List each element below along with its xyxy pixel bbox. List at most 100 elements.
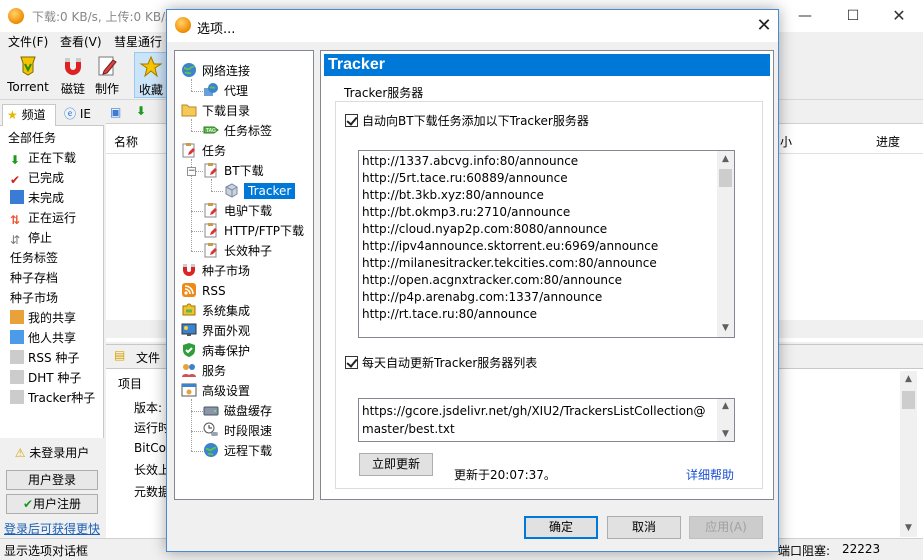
tree-item-rss[interactable]: RSS	[181, 281, 226, 301]
close-icon[interactable]: ✕	[884, 4, 914, 28]
maximize-icon[interactable]: ☐	[838, 4, 868, 28]
column-size[interactable]: 小	[780, 133, 792, 150]
svg-text:TAG: TAG	[205, 128, 216, 134]
tree-item-services[interactable]: 服务	[181, 361, 226, 381]
minimize-icon[interactable]: —	[790, 4, 820, 28]
sidebar-item-incomplete[interactable]: 未完成	[10, 188, 64, 208]
sidebar-item-dht[interactable]: DHT 种子	[10, 368, 81, 388]
user-register-button[interactable]: ✔用户注册	[6, 494, 98, 514]
column-name[interactable]: 名称	[114, 133, 138, 150]
menu-comet[interactable]: 彗星通行	[114, 33, 162, 50]
menu-view[interactable]: 查看(V)	[60, 33, 102, 50]
menu-file[interactable]: 文件(F)	[8, 33, 48, 50]
tracker-list-textarea[interactable]: http://1337.abcvg.info:80/announce http:…	[358, 150, 735, 338]
scroll-down-icon[interactable]: ▼	[717, 320, 734, 337]
checkbox-checked-icon[interactable]	[345, 356, 358, 369]
tab-ie[interactable]: ⓔ IE	[60, 104, 100, 126]
tree-item-advanced[interactable]: 高级设置	[181, 381, 250, 401]
sidebar-item-downloading[interactable]: ⬇ 正在下载	[10, 148, 76, 168]
sidebar-item-label: 未完成	[28, 191, 65, 205]
tracker-url: http://ipv4announce.sktorrent.eu:6969/an…	[362, 239, 659, 253]
clipboard-icon	[181, 142, 197, 158]
sidebar-item-rss[interactable]: RSS 种子	[10, 348, 79, 368]
cancel-button[interactable]: 取消	[607, 516, 681, 539]
clipboard-icon	[203, 222, 219, 238]
tree-item-edonkey[interactable]: 电驴下载	[203, 201, 272, 221]
tree-item-label: 任务标签	[224, 124, 273, 138]
ok-button[interactable]: 确定	[524, 516, 598, 539]
sidebar-item-torrent-archive[interactable]: 种子存档	[10, 268, 58, 288]
tracker-list-scrollbar[interactable]: ▲ ▼	[717, 151, 734, 337]
sidebar-item-running[interactable]: ⇅ 正在运行	[10, 208, 76, 228]
tree-item-remote-download[interactable]: 远程下载	[203, 441, 272, 461]
column-progress[interactable]: 进度	[876, 133, 900, 150]
sidebar-item-all-tasks[interactable]: 全部任务	[8, 128, 56, 148]
sidebar-item-completed[interactable]: ✔ 已完成	[10, 168, 64, 188]
tree-item-label: 界面外观	[202, 324, 251, 338]
torrent-button[interactable]: Torrent	[4, 52, 52, 98]
user-login-button[interactable]: 用户登录	[6, 470, 98, 490]
sidebar-item-torrent-market[interactable]: 种子市场	[10, 288, 58, 308]
tree-item-label: 下载目录	[202, 104, 251, 118]
sidebar-item-task-tags[interactable]: 任务标签	[10, 248, 58, 268]
tree-item-long-term-seeds[interactable]: 长效种子	[203, 241, 272, 261]
sidebar: ★ 频道 ⓔ IE 全部任务 ⬇ 正在下载 ✔ 已完成 未完成 ⇅ 正在运行 ⇵ 停止 …	[0, 102, 104, 538]
update-now-button[interactable]: 立即更新	[359, 453, 433, 476]
magnet-link-button[interactable]: 磁链	[56, 52, 90, 98]
monitor-icon	[181, 322, 197, 338]
sidebar-item-my-shares[interactable]: 我的共享	[10, 308, 76, 328]
scroll-up-icon[interactable]: ▲	[900, 371, 917, 388]
daily-update-checkbox[interactable]: 每天自动更新Tracker服务器列表	[345, 354, 537, 371]
checkbox-checked-icon[interactable]	[345, 114, 358, 127]
apply-button[interactable]: 应用(A)	[689, 516, 763, 539]
port-blocked-label: 端口阻塞:	[778, 544, 831, 558]
scroll-down-icon[interactable]: ▼	[717, 427, 734, 441]
sidebar-item-tracker[interactable]: Tracker种子	[10, 388, 95, 408]
sidebar-item-others-shares[interactable]: 他人共享	[10, 328, 76, 348]
auto-add-trackers-checkbox[interactable]: 自动向BT下载任务添加以下Tracker服务器	[345, 112, 589, 129]
tree-line	[191, 411, 203, 412]
login-hint-link[interactable]: 登录后可获得更快	[4, 520, 100, 537]
create-torrent-label: 制作	[94, 82, 119, 96]
help-link[interactable]: 详细帮助	[686, 466, 734, 483]
tree-item-tasks[interactable]: 任务	[181, 141, 226, 161]
options-dialog: 选项... ✕ − 网络连接 代理 下载目录 TAG 任务标签 任务 BT下载 …	[166, 9, 779, 552]
tree-item-label: 时段限速	[224, 424, 273, 438]
scroll-down-icon[interactable]: ▼	[900, 520, 917, 537]
new-doc-icon[interactable]: ▣	[110, 105, 121, 119]
ok-label: 确定	[548, 520, 573, 534]
tree-item-task-tags[interactable]: TAG 任务标签	[203, 121, 272, 141]
tree-item-disk-cache[interactable]: 磁盘缓存	[203, 401, 272, 421]
sidebar-item-stopped[interactable]: ⇵ 停止	[10, 228, 52, 248]
tab-channels[interactable]: ★ 频道	[2, 104, 56, 126]
users-icon	[10, 330, 24, 344]
vertical-scrollbar[interactable]: ▲ ▼	[900, 371, 917, 537]
tree-item-http-ftp[interactable]: HTTP/FTP下载	[203, 221, 304, 241]
scroll-up-icon[interactable]: ▲	[717, 399, 734, 413]
tree-item-bt-download[interactable]: BT下载	[203, 161, 264, 181]
sidebar-item-label: 我的共享	[28, 311, 77, 325]
favorites-button[interactable]: 收藏	[134, 52, 168, 98]
globe-proxy-icon	[203, 82, 219, 98]
tree-line	[191, 431, 203, 432]
close-icon[interactable]: ✕	[752, 14, 776, 38]
tab-files[interactable]: 文件	[136, 349, 160, 366]
update-url-scrollbar[interactable]: ▲ ▼	[717, 399, 734, 441]
tree-item-virus-protection[interactable]: 病毒保护	[181, 341, 250, 361]
tree-item-label: 电驴下载	[224, 204, 273, 218]
tree-item-download-dir[interactable]: 下载目录	[181, 101, 250, 121]
create-torrent-button[interactable]: 制作	[92, 52, 122, 98]
scroll-up-icon[interactable]: ▲	[717, 151, 734, 168]
tree-item-network[interactable]: 网络连接	[181, 61, 250, 81]
tree-item-torrent-market[interactable]: 种子市场	[181, 261, 250, 281]
scroll-thumb[interactable]	[719, 169, 732, 187]
tree-item-tracker[interactable]: Tracker	[223, 181, 296, 201]
tree-item-proxy[interactable]: 代理	[203, 81, 248, 101]
tree-collapse-icon[interactable]: −	[187, 167, 196, 176]
arrow-down-icon[interactable]: ⬇	[136, 104, 146, 118]
tree-item-system-integration[interactable]: 系统集成	[181, 301, 250, 321]
scroll-thumb[interactable]	[902, 391, 915, 409]
tree-item-appearance[interactable]: 界面外观	[181, 321, 250, 341]
tree-item-time-limit[interactable]: 时段限速	[203, 421, 272, 441]
update-url-textarea[interactable]: https://gcore.jsdelivr.net/gh/XIU2/Track…	[358, 398, 735, 442]
